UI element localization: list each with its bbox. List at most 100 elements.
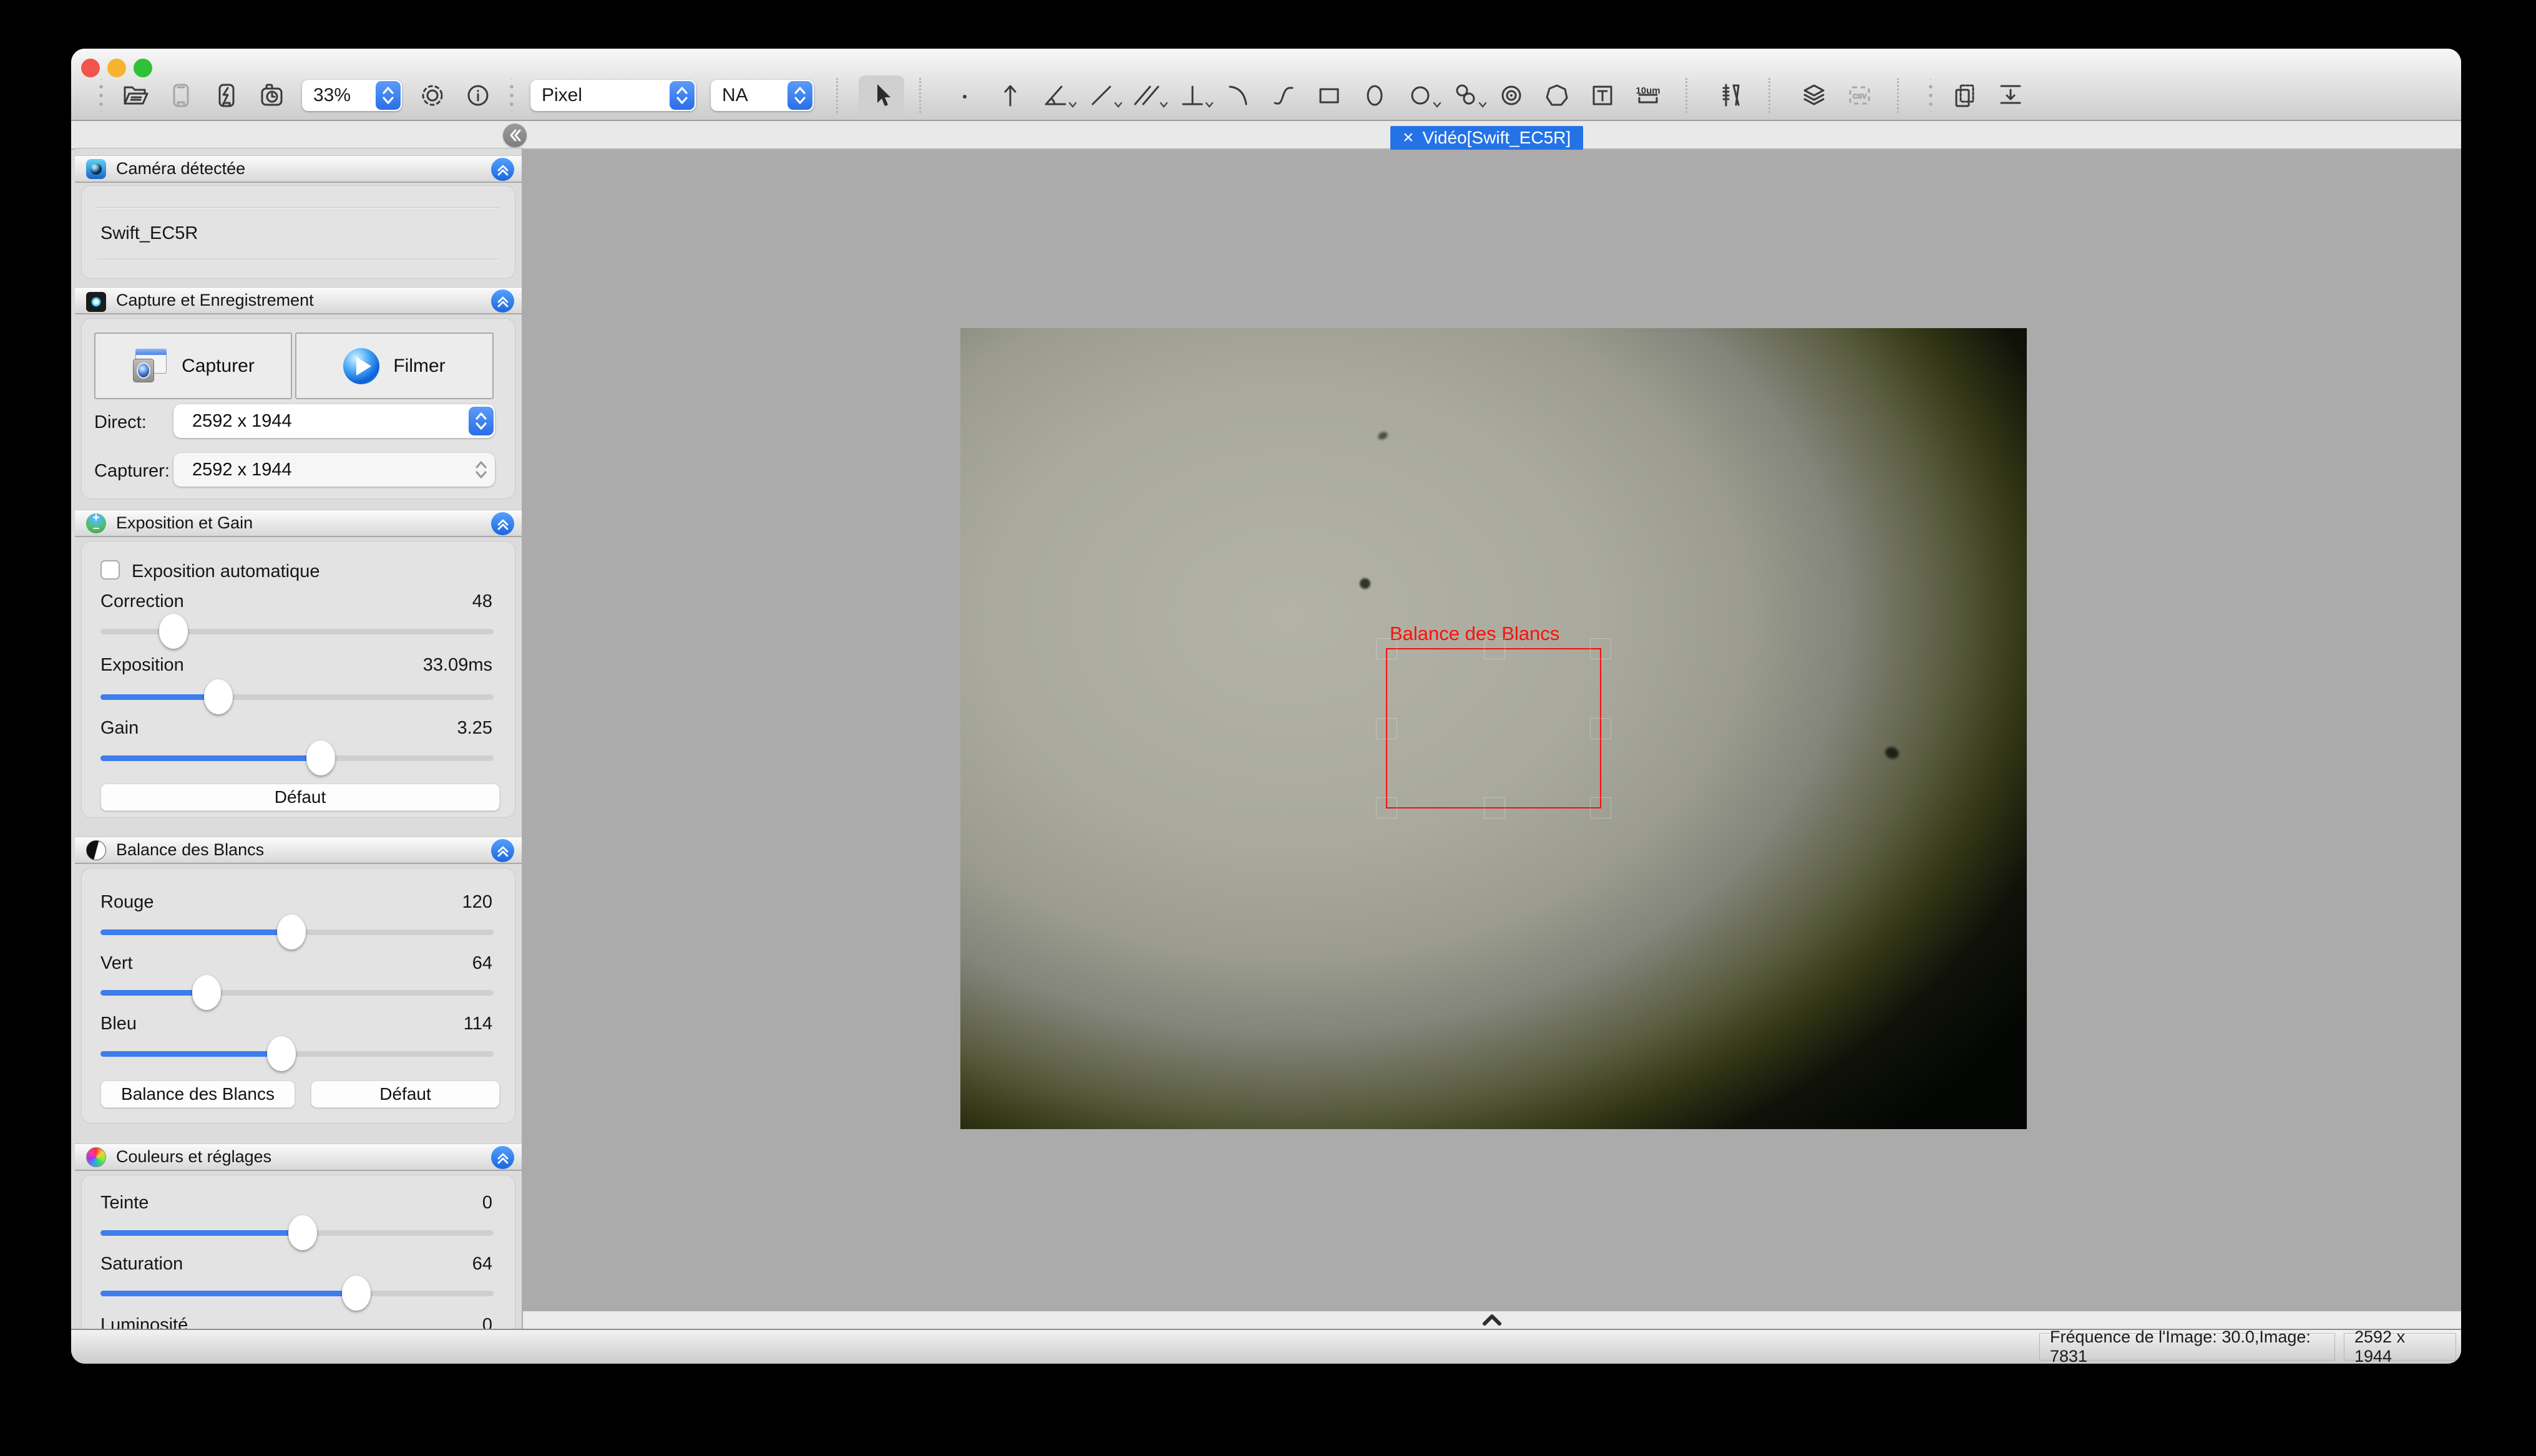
roi-handle[interactable] <box>1590 797 1611 818</box>
slider-thumb[interactable] <box>306 740 335 775</box>
capture-resolution-select[interactable]: 2592 x 1944 <box>173 453 495 487</box>
circle-tool-icon[interactable] <box>1397 75 1443 115</box>
open-file-icon[interactable] <box>112 75 158 115</box>
point-tool-icon[interactable] <box>942 75 987 115</box>
ellipse-tool-icon[interactable] <box>1352 75 1397 115</box>
auto-exposure-label: Exposition automatique <box>132 561 319 582</box>
select-stepper-icon[interactable] <box>469 407 494 435</box>
capture-photo-button[interactable]: Capturer <box>94 332 292 399</box>
exposure-default-button[interactable]: Défaut <box>100 784 500 811</box>
curve-tool-icon[interactable] <box>1261 75 1306 115</box>
slider-thumb[interactable] <box>277 915 306 949</box>
text-tool-icon[interactable] <box>1579 75 1625 115</box>
collapse-section-button[interactable] <box>491 1146 514 1169</box>
slider-thumb[interactable] <box>288 1215 317 1250</box>
live-video-frame[interactable]: Balance des Blancs <box>960 328 2027 1129</box>
red-slider[interactable] <box>100 914 494 950</box>
bottom-panel-toggle[interactable] <box>523 1311 2461 1329</box>
settings-gear-icon[interactable] <box>409 75 455 115</box>
concentric-circles-tool-icon[interactable] <box>1488 75 1534 115</box>
correction-slider[interactable] <box>100 613 494 649</box>
scale-bar-icon[interactable]: 10um <box>1625 75 1670 115</box>
tab-label: Vidéo[Swift_EC5R] <box>1423 128 1571 148</box>
direct-resolution-value: 2592 x 1944 <box>192 411 292 432</box>
tab-close-icon[interactable]: × <box>1403 129 1414 147</box>
auto-exposure-checkbox[interactable] <box>100 560 120 580</box>
parallel-lines-tool-icon[interactable] <box>1124 75 1169 115</box>
section-header-exposure[interactable]: Exposition et Gain <box>75 510 522 537</box>
angle-tool-icon[interactable] <box>1033 75 1078 115</box>
white-balance-roi-rect[interactable] <box>1386 648 1601 808</box>
direct-resolution-select[interactable]: 2592 x 1944 <box>173 404 495 438</box>
collapse-section-button[interactable] <box>491 289 514 313</box>
select-stepper-icon[interactable] <box>670 81 695 110</box>
white-balance-default-button[interactable]: Défaut <box>311 1080 500 1108</box>
exposure-slider[interactable] <box>100 679 494 715</box>
select-stepper-icon[interactable] <box>788 81 812 110</box>
section-header-colors[interactable]: Couleurs et réglages <box>75 1143 522 1171</box>
polygon-tool-icon[interactable] <box>1534 75 1579 115</box>
burst-capture-icon[interactable] <box>203 75 249 115</box>
collapse-section-button[interactable] <box>491 512 514 535</box>
green-slider[interactable] <box>100 974 494 1011</box>
csv-export-icon[interactable]: CSV <box>1836 75 1882 115</box>
tab-video[interactable]: × Vidéo[Swift_EC5R] <box>1390 126 1583 150</box>
roi-handle[interactable] <box>1484 638 1505 659</box>
arrow-annotation-icon[interactable] <box>987 75 1033 115</box>
slider-thumb[interactable] <box>204 679 233 714</box>
viewer-canvas[interactable]: Balance des Blancs <box>523 150 2461 1311</box>
save-icon[interactable] <box>158 75 203 115</box>
na-select[interactable]: NA <box>711 80 814 111</box>
cursor-arrow-tool[interactable] <box>859 75 904 115</box>
blue-slider[interactable] <box>100 1036 494 1072</box>
gain-slider[interactable] <box>100 740 494 776</box>
select-stepper-icon[interactable] <box>469 455 494 484</box>
sidebar: Caméra détectée Swift_EC5R Capture et En… <box>75 148 523 1329</box>
zoom-select[interactable]: 33% <box>302 80 402 111</box>
white-balance-button[interactable]: Balance des Blancs <box>100 1080 295 1108</box>
saturation-slider[interactable] <box>100 1275 494 1311</box>
capture-button-label: Capturer <box>182 356 255 377</box>
linked-circles-tool-icon[interactable] <box>1443 75 1488 115</box>
roi-handle[interactable] <box>1376 638 1397 659</box>
section-header-white-balance[interactable]: Balance des Blancs <box>75 837 522 864</box>
line-tool-icon[interactable] <box>1078 75 1124 115</box>
hue-slider[interactable] <box>100 1215 494 1251</box>
layers-icon[interactable] <box>1791 75 1836 115</box>
chevron-up-icon <box>1480 1313 1505 1327</box>
roi-handle[interactable] <box>1484 797 1505 818</box>
measure-caliper-icon[interactable] <box>1708 75 1753 115</box>
slider-thumb[interactable] <box>267 1036 296 1071</box>
flatten-export-icon[interactable] <box>1987 75 2033 115</box>
collapse-section-button[interactable] <box>491 839 514 862</box>
info-icon[interactable] <box>455 75 500 115</box>
toolbar-drag-handle <box>95 79 107 112</box>
roi-handle[interactable] <box>1376 797 1397 818</box>
toolbar-drag-handle-3 <box>1924 79 1937 112</box>
section-header-camera[interactable]: Caméra détectée <box>75 155 522 183</box>
record-video-button[interactable]: Filmer <box>295 332 494 399</box>
collapse-section-button[interactable] <box>491 158 514 181</box>
select-stepper-icon[interactable] <box>376 81 401 110</box>
select-value: 33% <box>313 85 351 106</box>
perpendicular-tool-icon[interactable] <box>1169 75 1215 115</box>
roi-handle[interactable] <box>1590 638 1611 659</box>
capture-resolution-value: 2592 x 1944 <box>192 460 292 480</box>
slider-thumb[interactable] <box>159 614 188 649</box>
tab-strip: × Vidéo[Swift_EC5R] <box>71 121 2461 150</box>
rectangle-tool-icon[interactable] <box>1306 75 1352 115</box>
slider-value: 64 <box>472 1254 492 1274</box>
camera-timer-icon[interactable] <box>249 75 295 115</box>
status-bar: Fréquence de l'Image: 30.0,Image: 7831 2… <box>71 1329 2461 1364</box>
unit-select[interactable]: Pixel <box>530 80 696 111</box>
duplicate-pages-icon[interactable] <box>1942 75 1987 115</box>
section-header-capture[interactable]: Capture et Enregistrement <box>75 287 522 314</box>
sidebar-collapse-button[interactable] <box>503 124 527 147</box>
slider-thumb[interactable] <box>192 975 221 1010</box>
roi-handle[interactable] <box>1376 718 1397 739</box>
arc-tool-icon[interactable] <box>1215 75 1261 115</box>
slider-thumb[interactable] <box>342 1276 371 1311</box>
slider-label: Vert <box>100 953 133 974</box>
camera-device-item[interactable]: Swift_EC5R <box>100 223 198 244</box>
roi-handle[interactable] <box>1590 718 1611 739</box>
